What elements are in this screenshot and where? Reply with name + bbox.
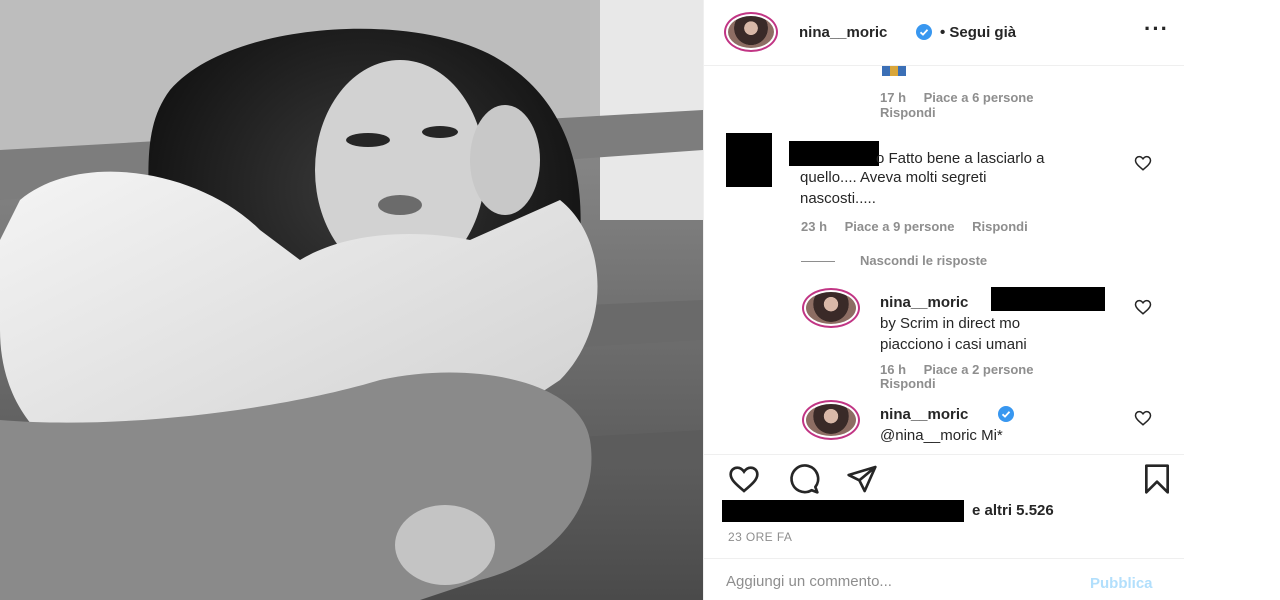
post-details-panel: nina__moric • Segui già ··· 17 h Piace a… bbox=[704, 0, 1184, 600]
share-send-icon[interactable] bbox=[846, 463, 878, 495]
reply-avatar[interactable] bbox=[802, 288, 860, 328]
comment-text-cont: quello.... Aveva molti segreti nascosti.… bbox=[800, 169, 987, 207]
verified-badge-icon bbox=[998, 406, 1014, 422]
like-comment-heart-icon[interactable] bbox=[1134, 409, 1152, 427]
comments-list: 17 h Piace a 6 persone Rispondi o Fatto … bbox=[704, 66, 1184, 454]
emoji-icon bbox=[882, 66, 906, 76]
hide-replies-line bbox=[801, 261, 835, 262]
redacted-username bbox=[789, 141, 879, 166]
likes-count[interactable]: e altri 5.526 bbox=[972, 502, 1054, 519]
comment-time: 23 h bbox=[801, 219, 828, 234]
author-username[interactable]: nina__moric bbox=[799, 24, 887, 41]
hide-replies-button[interactable]: Nascondi le risposte bbox=[860, 253, 987, 268]
comment-meta-1: 17 h Piace a 6 persone bbox=[880, 90, 1047, 105]
author-avatar[interactable] bbox=[724, 12, 778, 52]
comment-meta-2: 23 h Piace a 9 persone Rispondi bbox=[801, 219, 1042, 234]
redacted-likers bbox=[722, 500, 964, 522]
like-heart-icon[interactable] bbox=[728, 463, 760, 495]
more-options-icon[interactable]: ··· bbox=[1144, 18, 1174, 42]
post-header: nina__moric • Segui già ··· bbox=[704, 0, 1184, 66]
likes-row: e altri 5.526 bbox=[704, 496, 1184, 526]
post-timestamp[interactable]: 23 ORE FA bbox=[728, 530, 792, 544]
follow-status[interactable]: • Segui già bbox=[940, 24, 1016, 41]
publish-button[interactable]: Pubblica bbox=[1090, 575, 1153, 592]
add-comment-bar: Pubblica bbox=[704, 558, 1184, 600]
comment-time: 17 h bbox=[880, 90, 907, 105]
reply-link[interactable]: Rispondi bbox=[880, 105, 936, 120]
redacted-avatar bbox=[726, 133, 772, 187]
redacted-text bbox=[991, 287, 1105, 311]
reply-username[interactable]: nina__moric bbox=[880, 406, 968, 423]
reply-meta-1: 16 h Piace a 2 persone bbox=[880, 362, 1047, 377]
verified-badge-icon bbox=[916, 24, 932, 40]
page-margin bbox=[1184, 0, 1280, 600]
comment-bubble-icon[interactable] bbox=[788, 463, 820, 495]
comment-input[interactable] bbox=[726, 569, 1056, 593]
reply-avatar[interactable] bbox=[802, 400, 860, 440]
comment-likes[interactable]: Piace a 9 persone bbox=[845, 219, 955, 234]
reply-likes[interactable]: Piace a 2 persone bbox=[924, 362, 1034, 377]
post-photo[interactable] bbox=[0, 0, 703, 600]
reply-link[interactable]: Rispondi bbox=[972, 219, 1028, 234]
like-comment-heart-icon[interactable] bbox=[1134, 298, 1152, 316]
reply-username[interactable]: nina__moric bbox=[880, 294, 968, 311]
reply-link[interactable]: Rispondi bbox=[880, 376, 936, 391]
comment-likes[interactable]: Piace a 6 persone bbox=[924, 90, 1034, 105]
comment-text: o Fatto bene a lasciarlo a bbox=[876, 150, 1045, 167]
like-comment-heart-icon[interactable] bbox=[1134, 154, 1152, 172]
save-bookmark-icon[interactable] bbox=[1141, 463, 1173, 495]
portrait-image bbox=[0, 0, 703, 600]
reply-time: 16 h bbox=[880, 362, 907, 377]
